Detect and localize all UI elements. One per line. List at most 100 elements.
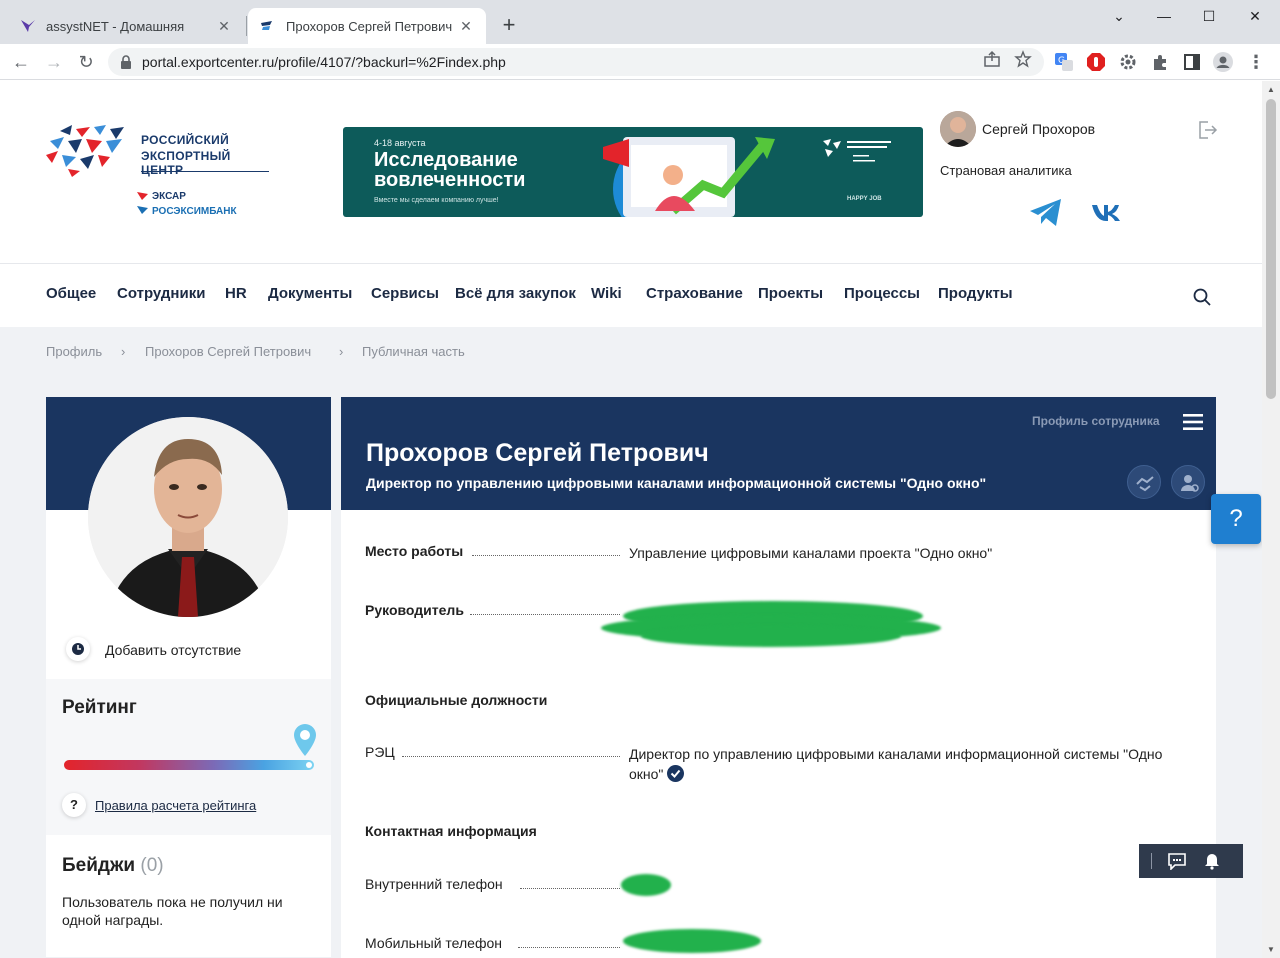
banner-date: 4-18 августа bbox=[374, 138, 426, 148]
breadcrumb-person[interactable]: Прохоров Сергей Петрович bbox=[145, 344, 311, 359]
profile-type-label: Профиль сотрудника bbox=[1032, 414, 1160, 428]
dotted-leader bbox=[520, 888, 620, 889]
banner-platform: HAPPY JOB bbox=[847, 196, 882, 202]
employee-position: Директор по управлению цифровыми каналам… bbox=[366, 475, 987, 491]
user-photo-icon bbox=[940, 111, 976, 147]
nav-item-hr[interactable]: HR bbox=[225, 285, 247, 302]
manager-label: Руководитель bbox=[365, 602, 464, 618]
rec-logo-mark-icon bbox=[46, 125, 124, 177]
hamburger-menu-icon[interactable] bbox=[1183, 413, 1203, 431]
user-gear-icon bbox=[1181, 475, 1199, 492]
add-absence-button[interactable]: Добавить отсутствие bbox=[66, 637, 306, 661]
rating-progress-marker bbox=[306, 762, 312, 768]
banner-rec-logo-icon bbox=[823, 139, 891, 162]
logout-icon[interactable] bbox=[1198, 121, 1218, 139]
breadcrumb: Профиль › Прохоров Сергей Петрович › Пуб… bbox=[0, 327, 1262, 375]
badges-count: (0) bbox=[140, 855, 164, 876]
translate-icon[interactable]: G bbox=[1054, 52, 1074, 72]
contacts-title: Контактная информация bbox=[365, 823, 537, 839]
new-tab-icon[interactable]: + bbox=[498, 14, 520, 36]
address-bar[interactable]: portal.exportcenter.ru/profile/4107/?bac… bbox=[108, 48, 1044, 76]
nav-item-general[interactable]: Общее bbox=[46, 285, 96, 302]
assyst-favicon-icon bbox=[21, 20, 35, 32]
forward-icon[interactable]: → bbox=[42, 50, 66, 74]
chat-notify-widget bbox=[1139, 844, 1243, 878]
tab-close-icon[interactable]: ✕ bbox=[216, 18, 232, 34]
vk-icon[interactable] bbox=[1090, 201, 1124, 223]
browser-tab-profile[interactable]: Прохоров Сергей Петрович ✕ bbox=[248, 8, 486, 44]
browser-tabstrip: assystNET - Домашняя ✕ Прохоров Сергей П… bbox=[0, 0, 1280, 44]
scrollbar-thumb[interactable] bbox=[1266, 99, 1276, 399]
nav-item-documents[interactable]: Документы bbox=[268, 285, 352, 302]
dotted-leader bbox=[402, 756, 620, 757]
search-icon[interactable] bbox=[1192, 287, 1212, 307]
minimize-icon[interactable]: ⌄ bbox=[1096, 4, 1142, 28]
nav-item-projects[interactable]: Проекты bbox=[758, 285, 823, 302]
breadcrumb-profile[interactable]: Профиль bbox=[46, 344, 102, 359]
extensions-puzzle-icon[interactable] bbox=[1150, 52, 1170, 72]
nav-item-products[interactable]: Продукты bbox=[938, 285, 1013, 302]
dotted-leader bbox=[470, 614, 620, 615]
web-page: РОССИЙСКИЙ ЭКСПОРТНЫЙ ЦЕНТР ЭКСАР РОСЭКС… bbox=[0, 81, 1262, 958]
back-icon[interactable]: ← bbox=[9, 50, 33, 74]
tab-close-icon[interactable]: ✕ bbox=[458, 18, 474, 34]
main-navigation: Общее Сотрудники HR Документы Сервисы Вс… bbox=[0, 263, 1262, 327]
internal-phone-label: Внутренний телефон bbox=[365, 876, 503, 892]
browser-tab-assyst[interactable]: assystNET - Домашняя ✕ bbox=[8, 8, 244, 44]
bell-icon[interactable] bbox=[1203, 852, 1221, 870]
nav-item-procurement[interactable]: Всё для закупок bbox=[455, 285, 576, 302]
logo-exiar: ЭКСАР bbox=[152, 191, 186, 202]
share-icon[interactable] bbox=[983, 50, 1001, 68]
dotted-leader bbox=[472, 555, 620, 556]
browser-toolbar: ← → ↻ portal.exportcenter.ru/profile/410… bbox=[0, 44, 1280, 80]
scroll-down-icon[interactable]: ▼ bbox=[1266, 945, 1276, 954]
nav-item-wiki[interactable]: Wiki bbox=[591, 285, 622, 302]
scroll-up-icon[interactable]: ▲ bbox=[1266, 85, 1276, 94]
window-minimize-icon[interactable]: — bbox=[1141, 4, 1187, 28]
help-button[interactable]: ? bbox=[1211, 494, 1261, 544]
chat-icon[interactable] bbox=[1167, 852, 1187, 870]
rating-progress-bar bbox=[64, 760, 314, 770]
tab-title: assystNET - Домашняя bbox=[46, 18, 185, 34]
org-label: РЭЦ bbox=[365, 744, 395, 760]
user-department: Страновая аналитика bbox=[940, 163, 1072, 178]
engagement-banner[interactable]: 4-18 августа Исследование вовлеченности … bbox=[343, 127, 923, 217]
widget-divider bbox=[1151, 853, 1152, 869]
profile-avatar-icon[interactable] bbox=[1213, 52, 1233, 72]
help-question-icon[interactable]: ? bbox=[62, 793, 86, 817]
breadcrumb-public-part: Публичная часть bbox=[362, 344, 465, 359]
rating-rules-link[interactable]: Правила расчета рейтинга bbox=[95, 798, 256, 813]
adblock-icon[interactable] bbox=[1086, 52, 1106, 72]
browser-menu-icon[interactable]: ⋮ bbox=[1244, 50, 1268, 74]
rating-title: Рейтинг bbox=[62, 697, 137, 718]
dotted-leader bbox=[518, 947, 620, 948]
profile-sidebar-card: Добавить отсутствие Рейтинг ? Правила ра… bbox=[46, 397, 331, 957]
nav-item-processes[interactable]: Процессы bbox=[844, 285, 920, 302]
badges-empty-text: Пользователь пока не получил ни одной на… bbox=[62, 894, 283, 928]
bookmark-star-icon[interactable] bbox=[1014, 50, 1032, 68]
official-positions-title: Официальные должности bbox=[365, 692, 548, 708]
edit-skills-button[interactable] bbox=[1127, 465, 1161, 499]
gear-extension-icon[interactable] bbox=[1118, 52, 1138, 72]
maximize-icon[interactable]: ☐ bbox=[1186, 4, 1232, 28]
nav-item-employees[interactable]: Сотрудники bbox=[117, 285, 205, 302]
reload-icon[interactable]: ↻ bbox=[74, 50, 98, 74]
badges-block: Бейджи (0) Пользователь пока не получил … bbox=[46, 835, 331, 957]
user-settings-button[interactable] bbox=[1171, 465, 1205, 499]
nav-item-insurance[interactable]: Страхование bbox=[646, 285, 743, 302]
page-scrollbar[interactable]: ▲ ▼ bbox=[1262, 81, 1280, 958]
location-pin-icon bbox=[294, 724, 316, 756]
handshake-icon bbox=[1136, 476, 1154, 492]
avatar[interactable] bbox=[940, 111, 976, 147]
window-close-icon[interactable]: ✕ bbox=[1232, 4, 1278, 28]
nav-item-services[interactable]: Сервисы bbox=[371, 285, 439, 302]
sidepanel-icon[interactable] bbox=[1182, 52, 1202, 72]
chevron-right-icon: › bbox=[339, 344, 344, 359]
verified-check-icon bbox=[667, 765, 685, 782]
redacted-internal-phone bbox=[621, 872, 673, 898]
clock-icon bbox=[66, 637, 90, 661]
rec-logo[interactable]: РОССИЙСКИЙ ЭКСПОРТНЫЙ ЦЕНТР ЭКСАР РОСЭКС… bbox=[46, 125, 276, 221]
redacted-mobile-phone bbox=[623, 927, 763, 955]
user-name-link[interactable]: Сергей Прохоров bbox=[982, 121, 1095, 137]
telegram-icon[interactable] bbox=[1028, 198, 1064, 228]
